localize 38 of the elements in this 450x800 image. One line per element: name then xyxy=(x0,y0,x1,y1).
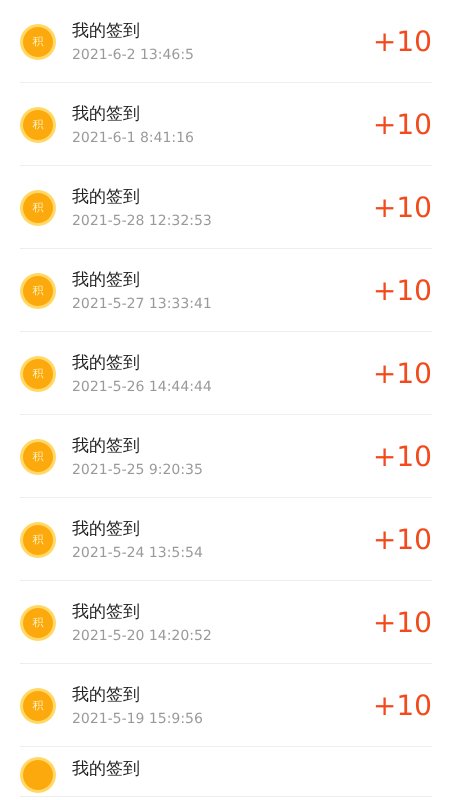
points-value: +10 xyxy=(372,194,432,222)
points-value: +10 xyxy=(372,28,432,56)
coin-icon: 积 xyxy=(20,106,56,142)
coin-icon: 积 xyxy=(20,522,56,558)
record-time: 2021-5-27 13:33:41 xyxy=(72,294,213,314)
record-title: 我的签到 xyxy=(72,268,141,292)
record-time: 2021-5-26 14:44:44 xyxy=(72,378,213,396)
record-time: 2021-5-19 15:9:56 xyxy=(72,710,204,728)
record-title: 我的签到 xyxy=(72,684,141,706)
record-time: 2021-6-2 13:46:5 xyxy=(72,46,195,64)
points-value: +10 xyxy=(372,608,432,636)
record-time: 2021-5-20 14:20:52 xyxy=(72,626,213,646)
record-title: 我的签到 xyxy=(72,20,141,42)
record-time: 2021-5-25 9:20:35 xyxy=(72,460,204,480)
points-value: +10 xyxy=(372,526,432,554)
coin-icon: 积 xyxy=(20,438,56,474)
coin-icon: 积 xyxy=(20,190,56,226)
record-time: 2021-6-1 8:41:16 xyxy=(72,128,195,148)
record-title: 我的签到 xyxy=(72,102,141,126)
record-title: 我的签到 xyxy=(72,434,141,458)
coin-icon xyxy=(20,757,56,793)
record-title: 我的签到 xyxy=(72,518,141,540)
record-title: 我的签到 xyxy=(72,352,141,374)
record-title: 我的签到 xyxy=(72,600,141,624)
points-value: +10 xyxy=(372,692,432,720)
coin-icon: 积 xyxy=(20,604,56,640)
points-value: +10 xyxy=(372,360,432,388)
coin-icon: 积 xyxy=(20,24,56,60)
points-value: +10 xyxy=(372,442,432,470)
coin-icon: 积 xyxy=(20,688,56,724)
record-title: 我的签到 xyxy=(72,186,141,208)
coin-icon: 积 xyxy=(20,272,56,308)
points-value: +10 xyxy=(372,110,432,138)
coin-icon: 积 xyxy=(20,356,56,392)
record-title: 我的签到 xyxy=(72,758,141,781)
record-time: 2021-5-24 13:5:54 xyxy=(72,544,204,562)
points-value: +10 xyxy=(372,276,432,304)
record-time: 2021-5-28 12:32:53 xyxy=(72,212,213,230)
